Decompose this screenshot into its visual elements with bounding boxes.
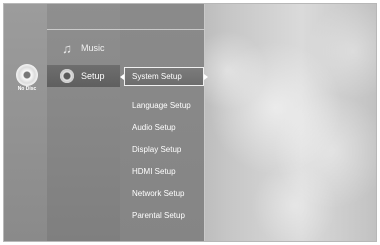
setup-item-system-selected[interactable]: System Setup <box>120 67 208 86</box>
music-icon: ♫ <box>62 40 72 56</box>
setup-item-display[interactable]: Display Setup <box>132 145 181 154</box>
right-arrow-icon <box>204 74 208 80</box>
main-menu-item-setup[interactable]: Setup <box>47 65 120 87</box>
gear-icon <box>59 68 75 84</box>
setup-item-parental[interactable]: Parental Setup <box>132 211 185 220</box>
disc-status-label: No Disc <box>17 86 37 92</box>
setup-submenu: System Setup Language Setup Audio Setup … <box>120 4 208 241</box>
main-menu-item-label: Setup <box>81 71 105 81</box>
setup-item-network[interactable]: Network Setup <box>132 189 184 198</box>
disc-icon <box>16 64 38 86</box>
setup-item-hdmi[interactable]: HDMI Setup <box>132 167 176 176</box>
main-menu-item-music[interactable]: ♫ Music <box>47 37 120 59</box>
setup-item-label: System Setup <box>132 72 182 81</box>
main-menu-item-label: Music <box>81 43 105 53</box>
tv-screen: No Disc ♫ Music Setup System Setup Langu… <box>3 3 377 242</box>
setup-item-audio[interactable]: Audio Setup <box>132 123 176 132</box>
left-arrow-icon <box>120 74 124 80</box>
setup-item-language[interactable]: Language Setup <box>132 101 191 110</box>
main-menu: ♫ Music Setup <box>47 4 121 241</box>
disc-status-column: No Disc <box>4 4 48 241</box>
